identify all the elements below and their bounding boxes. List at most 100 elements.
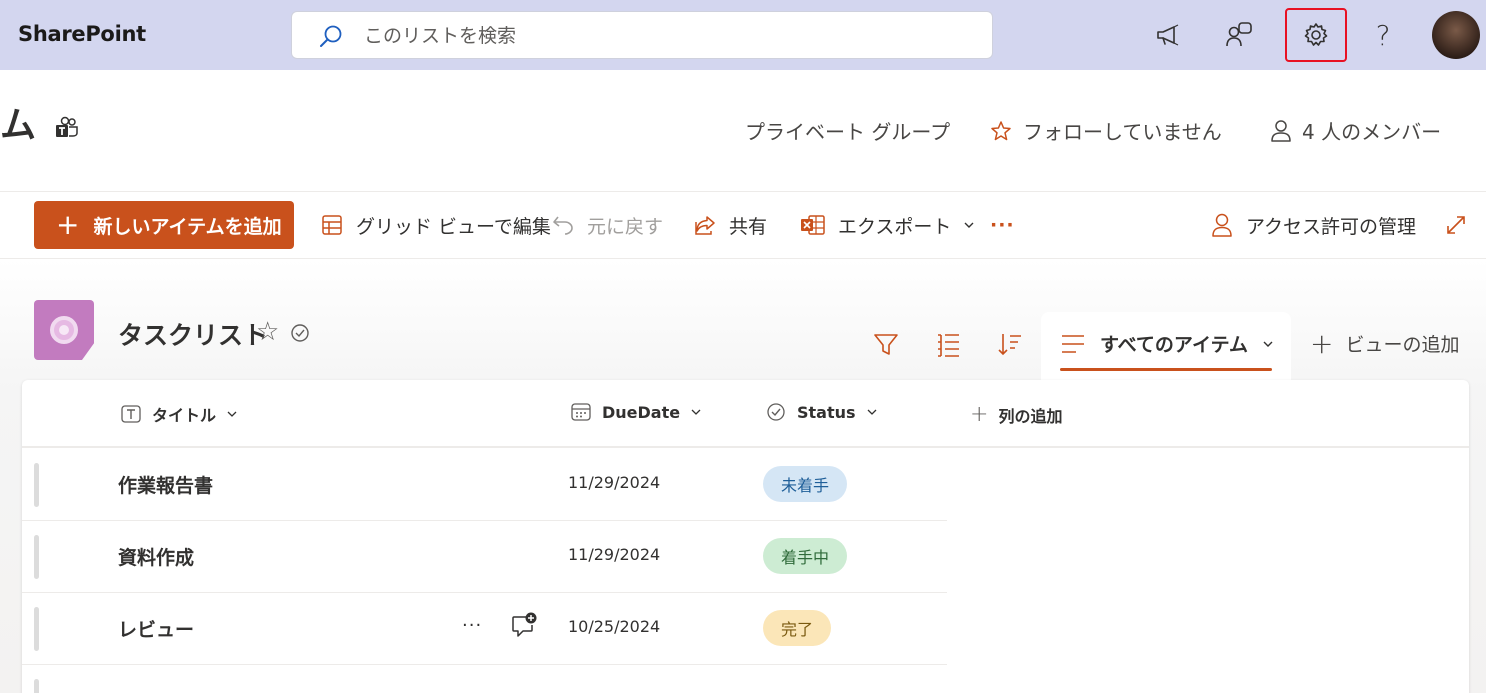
row-selector[interactable] (34, 607, 39, 651)
grid-icon (322, 215, 342, 235)
status-badge[interactable]: 未着手 (763, 466, 848, 502)
app-name[interactable]: SharePoint (18, 22, 146, 46)
add-view-label: ビューの追加 (1345, 334, 1460, 356)
add-column-label: 列の追加 (998, 406, 1063, 426)
undo-label: 元に戻す (587, 215, 664, 238)
manage-access-button[interactable]: アクセス許可の管理 (1210, 205, 1416, 245)
favorite-star-icon[interactable]: ☆ (256, 318, 279, 346)
excel-icon (801, 215, 825, 235)
new-item-label: 新しいアイテムを追加 (93, 215, 282, 238)
megaphone-icon (1157, 24, 1179, 46)
table-row[interactable] (22, 665, 947, 693)
share-button[interactable]: 共有 (693, 205, 767, 245)
status-badge[interactable]: 着手中 (763, 538, 848, 574)
help-icon: ? (1375, 18, 1391, 52)
cell-duedate: 11/29/2024 (568, 473, 661, 492)
share-icon (695, 216, 715, 235)
add-column-button[interactable]: + 列の追加 (970, 402, 1062, 427)
chevron-down-icon (691, 409, 701, 415)
chevron-down-icon (964, 222, 974, 228)
filter-button[interactable] (872, 330, 900, 362)
list-icon (34, 300, 94, 360)
add-comment-icon[interactable] (510, 611, 538, 643)
check-circle-icon[interactable] (290, 323, 310, 347)
chevron-down-icon (867, 409, 876, 415)
list-title[interactable]: タスクリスト (118, 316, 268, 352)
chevron-down-icon (1263, 341, 1273, 347)
table-row[interactable]: 資料作成 11/29/2024 着手中 (22, 521, 947, 593)
add-view-button[interactable]: + ビューの追加 (1310, 326, 1460, 360)
column-duedate-label: DueDate (602, 402, 681, 422)
manage-access-label: アクセス許可の管理 (1246, 215, 1417, 238)
column-header-duedate[interactable]: DueDate (570, 402, 702, 422)
cell-title[interactable]: 資料作成 (118, 543, 194, 570)
chat-button[interactable] (1215, 10, 1265, 60)
row-selector[interactable] (34, 463, 39, 507)
list-group-icon (938, 334, 959, 357)
text-column-icon (121, 405, 141, 423)
avatar[interactable] (1432, 11, 1480, 59)
row-selector[interactable] (34, 679, 39, 693)
star-icon (991, 120, 1011, 140)
help-button[interactable]: ? (1358, 10, 1408, 60)
plus-icon: + (56, 208, 80, 241)
chevron-down-icon (227, 411, 237, 417)
search-box[interactable] (291, 11, 993, 59)
site-title[interactable]: ム (0, 106, 36, 146)
export-button[interactable]: エクスポート (800, 205, 975, 245)
cell-duedate: 11/29/2024 (568, 545, 661, 564)
undo-icon (553, 216, 573, 235)
new-item-button[interactable]: + 新しいアイテムを追加 (34, 201, 294, 249)
sort-button[interactable] (996, 330, 1024, 362)
plus-icon: + (970, 402, 989, 427)
gear-icon (1304, 23, 1328, 46)
filter-icon (874, 334, 898, 355)
teams-icon[interactable] (54, 116, 80, 146)
follow-button[interactable]: フォローしていません (989, 116, 1222, 145)
grid-edit-button[interactable]: グリッド ビューで編集 (320, 205, 551, 245)
share-label: 共有 (729, 215, 768, 238)
view-list-icon (1062, 334, 1084, 353)
undo-button[interactable]: 元に戻す (551, 205, 663, 245)
row-selector[interactable] (34, 535, 39, 579)
privacy-label: プライベート グループ (745, 120, 951, 144)
row-more-button[interactable]: ··· (462, 615, 482, 636)
members-button[interactable]: 4 人のメンバー (1270, 116, 1441, 145)
settings-button[interactable] (1285, 8, 1347, 62)
header-divider (22, 446, 1469, 448)
fullscreen-button[interactable] (1444, 205, 1468, 245)
table-row[interactable]: 作業報告書 11/29/2024 未着手 (22, 449, 947, 521)
more-commands-button[interactable]: ··· (990, 205, 1015, 245)
news-button[interactable] (1143, 10, 1193, 60)
column-title-label: タイトル (152, 406, 217, 425)
members-label: 4 人のメンバー (1302, 120, 1442, 144)
column-header-status[interactable]: Status (765, 402, 878, 422)
column-status-label: Status (797, 402, 856, 422)
more-icon: ··· (990, 214, 1015, 236)
search-icon (320, 25, 342, 47)
cell-duedate: 10/25/2024 (568, 617, 661, 636)
follow-label: フォローしていません (1023, 120, 1222, 144)
cell-title[interactable]: レビュー (118, 615, 194, 642)
sort-icon (998, 334, 1021, 356)
plus-icon: + (1310, 326, 1334, 360)
column-header-title[interactable]: タイトル (120, 402, 238, 426)
group-button[interactable] (934, 330, 962, 362)
grid-edit-label: グリッド ビューで編集 (356, 215, 551, 238)
person-icon (1271, 119, 1291, 142)
calendar-icon (571, 403, 591, 421)
site-privacy: プライベート グループ (745, 116, 950, 145)
current-view-label: すべてのアイテム (1100, 334, 1249, 356)
status-check-icon (767, 403, 785, 421)
person-icon (1212, 213, 1232, 237)
export-label: エクスポート (838, 215, 952, 238)
table-row[interactable]: レビュー ··· 10/25/2024 完了 (22, 593, 947, 665)
expand-icon (1447, 216, 1465, 234)
divider (0, 191, 1486, 192)
chat-people-icon (1226, 22, 1252, 47)
search-input[interactable] (364, 22, 964, 50)
view-switcher[interactable]: すべてのアイテム (1060, 330, 1274, 357)
status-badge[interactable]: 完了 (763, 610, 832, 646)
active-tab-indicator (1060, 368, 1272, 371)
cell-title[interactable]: 作業報告書 (118, 471, 213, 498)
